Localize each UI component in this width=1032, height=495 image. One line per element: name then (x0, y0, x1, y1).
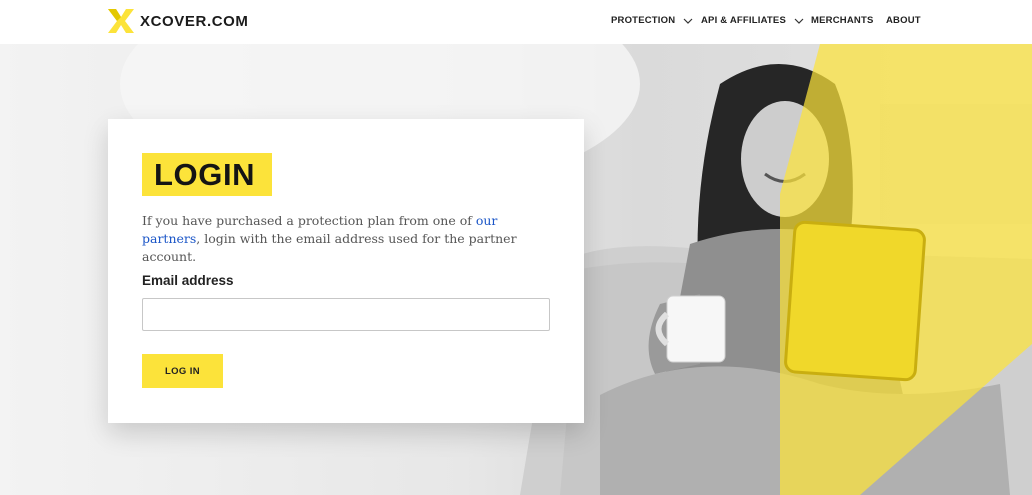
nav-item-label: ABOUT (886, 15, 921, 26)
nav-item-api-affiliates[interactable]: API & AFFILIATES (701, 15, 804, 26)
login-button[interactable]: LOG IN (142, 354, 223, 388)
site-header: XCOVER.COM PROTECTION API & AFFILIATES M… (0, 0, 1032, 44)
page-title: LOGIN (154, 157, 256, 192)
login-title-highlight: LOGIN (142, 153, 272, 196)
login-card: LOGIN If you have purchased a protection… (108, 119, 584, 423)
nav-item-label: MERCHANTS (811, 15, 874, 26)
nav-item-protection[interactable]: PROTECTION (611, 15, 693, 26)
nav-item-about[interactable]: ABOUT (886, 15, 921, 26)
chevron-down-icon (683, 18, 693, 24)
chevron-down-icon (794, 18, 804, 24)
nav-item-merchants[interactable]: MERCHANTS (811, 15, 874, 26)
login-description: If you have purchased a protection plan … (142, 212, 552, 266)
email-field[interactable] (142, 298, 550, 331)
nav-item-label: API & AFFILIATES (701, 15, 787, 26)
main-nav: PROTECTION API & AFFILIATES MERCHANTS AB… (0, 0, 1032, 44)
desc-text-before: If you have purchased a protection plan … (142, 213, 476, 228)
email-label: Email address (142, 273, 234, 288)
desc-text-after: , login with the email address used for … (142, 231, 517, 264)
nav-item-label: PROTECTION (611, 15, 676, 26)
